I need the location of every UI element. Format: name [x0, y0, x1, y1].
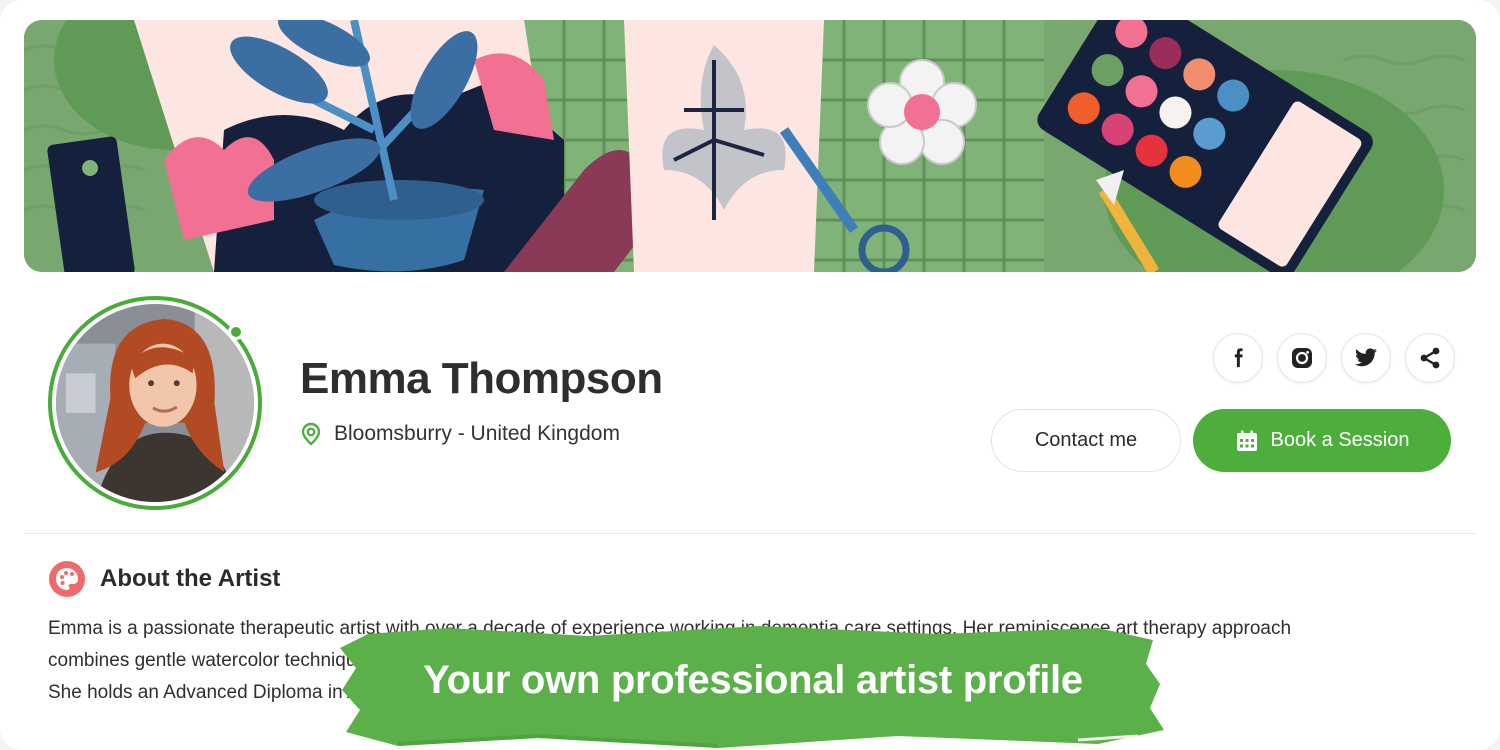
section-divider: [24, 533, 1476, 534]
contact-button[interactable]: Contact me: [991, 409, 1181, 472]
about-header: About the Artist: [48, 560, 280, 598]
share-icon: [1420, 347, 1440, 369]
cover-banner: [24, 20, 1476, 272]
avatar[interactable]: [48, 296, 262, 510]
location: Bloomsburry - United Kingdom: [300, 422, 620, 446]
social-links: [1213, 333, 1455, 383]
promo-brush-banner: Your own professional artist profile: [338, 624, 1168, 750]
facebook-icon: [1234, 348, 1243, 368]
share-button[interactable]: [1405, 333, 1455, 383]
book-session-label: Book a Session: [1270, 429, 1410, 451]
palette-icon: [49, 561, 85, 597]
location-pin-icon: [301, 422, 321, 446]
portrait-image: [56, 304, 254, 502]
art-supplies-illustration: [24, 20, 1476, 272]
promo-caption: Your own professional artist profile: [423, 658, 1083, 702]
book-session-button[interactable]: Book a Session: [1193, 409, 1451, 472]
avatar-photo: [56, 304, 254, 502]
instagram-icon: [1292, 348, 1312, 368]
location-label: Bloomsburry - United Kingdom: [334, 422, 620, 445]
online-status-indicator: [228, 324, 244, 340]
about-title: About the Artist: [100, 565, 281, 592]
twitter-icon: [1355, 348, 1377, 367]
calendar-icon: [1236, 430, 1257, 451]
artist-name: Emma Thompson: [300, 354, 663, 403]
twitter-button[interactable]: [1341, 333, 1391, 383]
facebook-button[interactable]: [1213, 333, 1263, 383]
profile-card: Emma Thompson Bloomsburry - United Kingd…: [0, 0, 1500, 750]
instagram-button[interactable]: [1277, 333, 1327, 383]
